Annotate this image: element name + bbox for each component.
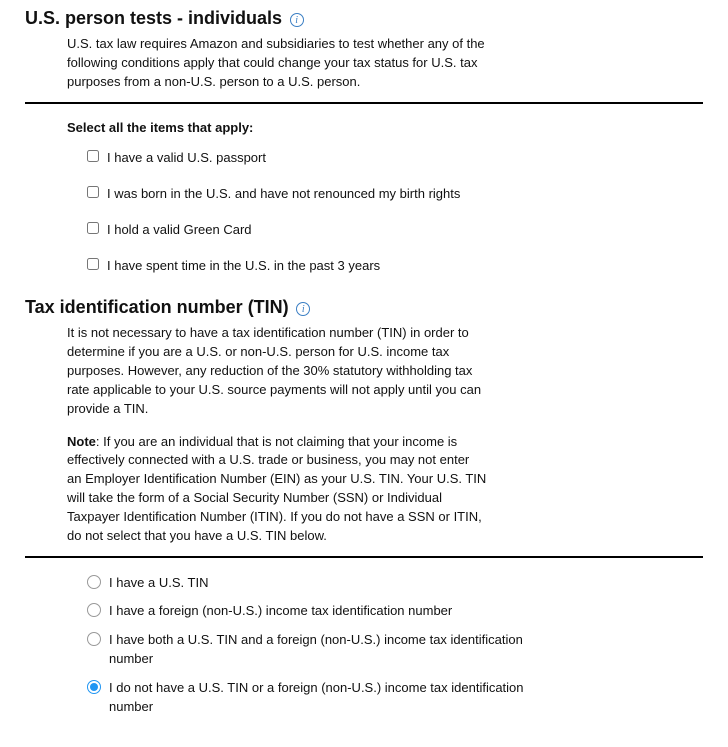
checkbox-label: I hold a valid Green Card bbox=[107, 221, 252, 239]
checkbox-label: I have spent time in the U.S. in the pas… bbox=[107, 257, 380, 275]
section-divider bbox=[25, 102, 703, 104]
radio-icon bbox=[87, 680, 101, 694]
checkbox-born-us[interactable] bbox=[87, 186, 99, 198]
radio-label: I have both a U.S. TIN and a foreign (no… bbox=[109, 631, 549, 669]
radio-item-have-both-tin[interactable]: I have both a U.S. TIN and a foreign (no… bbox=[87, 631, 703, 669]
section1-title: U.S. person tests - individuals bbox=[25, 8, 282, 28]
section1-description: U.S. tax law requires Amazon and subsidi… bbox=[67, 35, 487, 92]
checkbox-label: I was born in the U.S. and have not reno… bbox=[107, 185, 460, 203]
tin-section: Tax identification number (TIN) i It is … bbox=[25, 297, 703, 545]
radio-label: I do not have a U.S. TIN or a foreign (n… bbox=[109, 679, 549, 717]
checkbox-item-time-in-us: I have spent time in the U.S. in the pas… bbox=[87, 257, 703, 275]
radio-item-have-us-tin[interactable]: I have a U.S. TIN bbox=[87, 574, 703, 593]
checkbox-passport[interactable] bbox=[87, 150, 99, 162]
radio-icon bbox=[87, 632, 101, 646]
radio-icon bbox=[87, 603, 101, 617]
section2-note: Note: If you are an individual that is n… bbox=[67, 433, 487, 546]
note-text: : If you are an individual that is not c… bbox=[67, 434, 486, 543]
tin-options: I have a U.S. TIN I have a foreign (non-… bbox=[87, 574, 703, 717]
info-icon[interactable]: i bbox=[290, 13, 304, 27]
section2-description: It is not necessary to have a tax identi… bbox=[67, 324, 487, 418]
us-person-options: I have a valid U.S. passport I was born … bbox=[87, 149, 703, 276]
checkbox-label: I have a valid U.S. passport bbox=[107, 149, 266, 167]
us-person-tests-section: U.S. person tests - individuals i U.S. t… bbox=[25, 8, 703, 92]
section2-title: Tax identification number (TIN) bbox=[25, 297, 289, 317]
section1-subheading: Select all the items that apply: bbox=[67, 120, 703, 135]
radio-item-have-foreign-tin[interactable]: I have a foreign (non-U.S.) income tax i… bbox=[87, 602, 703, 621]
radio-label: I have a foreign (non-U.S.) income tax i… bbox=[109, 602, 452, 621]
section-divider bbox=[25, 556, 703, 558]
checkbox-item-passport: I have a valid U.S. passport bbox=[87, 149, 703, 167]
checkbox-time-in-us[interactable] bbox=[87, 258, 99, 270]
checkbox-greencard[interactable] bbox=[87, 222, 99, 234]
radio-item-no-tin[interactable]: I do not have a U.S. TIN or a foreign (n… bbox=[87, 679, 703, 717]
checkbox-item-born-us: I was born in the U.S. and have not reno… bbox=[87, 185, 703, 203]
checkbox-item-greencard: I hold a valid Green Card bbox=[87, 221, 703, 239]
note-label: Note bbox=[67, 434, 96, 449]
radio-icon bbox=[87, 575, 101, 589]
info-icon[interactable]: i bbox=[296, 302, 310, 316]
radio-label: I have a U.S. TIN bbox=[109, 574, 208, 593]
